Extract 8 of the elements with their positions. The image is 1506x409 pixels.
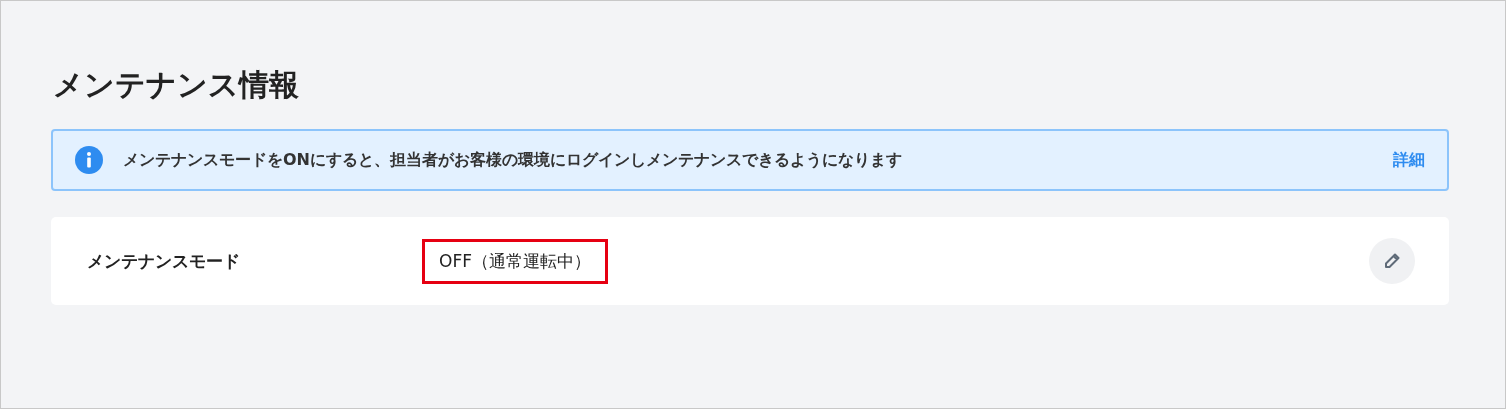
info-icon [75, 146, 103, 174]
setting-label: メンテナンスモード [87, 249, 241, 273]
info-message: メンテナンスモードをONにすると、担当者がお客様の環境にログインしメンテナンスできるようになります [123, 149, 903, 171]
details-link[interactable]: 詳細 [1393, 149, 1425, 171]
page-title: メンテナンス情報 [53, 66, 300, 104]
edit-button[interactable] [1369, 238, 1415, 284]
pencil-icon [1382, 251, 1402, 271]
setting-value: OFF（通常運転中） [422, 238, 608, 284]
